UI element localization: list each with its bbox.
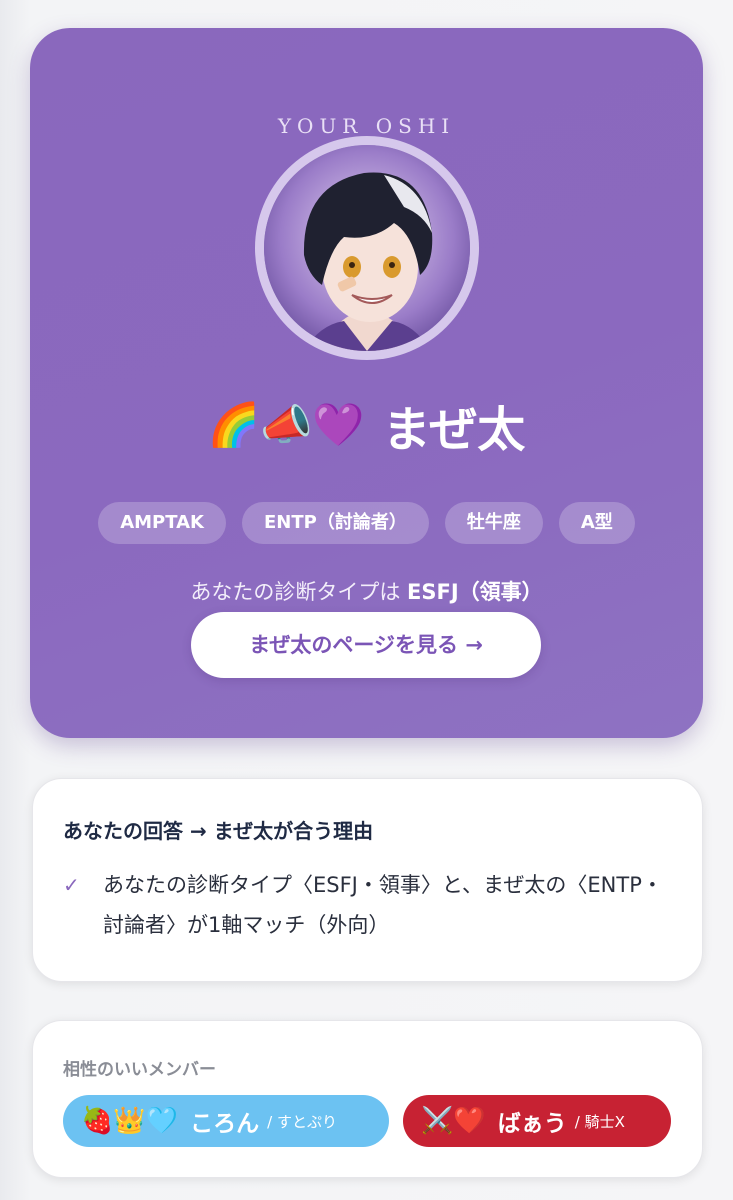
tag-list: AMPTAK ENTP（討論者） 牡牛座 A型 xyxy=(30,502,703,544)
diagnosis-text: あなたの診断タイプは ESFJ（領事） xyxy=(30,576,703,606)
oshi-name-row: 🌈📣💜 まぜ太 xyxy=(30,390,703,460)
member-group: / すとぷり xyxy=(267,1112,337,1131)
tag-mbti: ENTP（討論者） xyxy=(242,502,429,544)
eyebrow-label: YOUR OSHI xyxy=(277,114,456,138)
avatar xyxy=(255,136,479,360)
match-reason-card: あなたの回答 → まぜ太が合う理由 ✓ あなたの診断タイプ〈ESFJ・領事〉と、… xyxy=(32,778,703,982)
match-reason-title: あなたの回答 → まぜ太が合う理由 xyxy=(63,819,374,843)
tag-group: AMPTAK xyxy=(98,502,226,544)
member-name: ころん xyxy=(190,1111,260,1137)
oshi-hero-card: YOUR OSHI 🌈📣💜 まぜ太 AMPTAK ENTP（討論者） 牡牛座 A… xyxy=(30,28,703,738)
oshi-name: まぜ太 xyxy=(382,402,526,458)
rainbow-megaphone-heart-icon: 🌈📣💜 xyxy=(207,400,365,449)
diagnosis-prefix: あなたの診断タイプは xyxy=(190,580,401,604)
member-pill-koron[interactable]: 🍓👑🩵 ころん / すとぷり xyxy=(63,1095,389,1147)
member-name: ばぁう xyxy=(497,1111,567,1137)
tag-blood-type: A型 xyxy=(558,502,635,544)
strawberry-crown-heart-icon: 🍓👑🩵 xyxy=(81,1106,179,1136)
compatible-members-label: 相性のいいメンバー xyxy=(63,1060,216,1080)
swords-heart-icon: ⚔️❤️ xyxy=(421,1106,486,1136)
member-group: / 騎士X xyxy=(574,1112,625,1131)
avatar-image xyxy=(264,145,470,351)
diagnosis-type: ESFJ（領事） xyxy=(407,580,543,604)
member-pill-bau[interactable]: ⚔️❤️ ばぁう / 騎士X xyxy=(403,1095,671,1147)
tag-zodiac: 牡牛座 xyxy=(444,502,543,544)
view-oshi-page-button[interactable]: まぜ太のページを見る → xyxy=(191,612,541,678)
match-reason-item: あなたの診断タイプ〈ESFJ・領事〉と、まぜ太の〈ENTP・討論者〉が1軸マッチ… xyxy=(103,873,663,937)
check-icon: ✓ xyxy=(63,873,80,897)
compatible-members-card: 相性のいいメンバー 🍓👑🩵 ころん / すとぷり ⚔️❤️ ばぁう / 騎士X xyxy=(32,1020,703,1178)
